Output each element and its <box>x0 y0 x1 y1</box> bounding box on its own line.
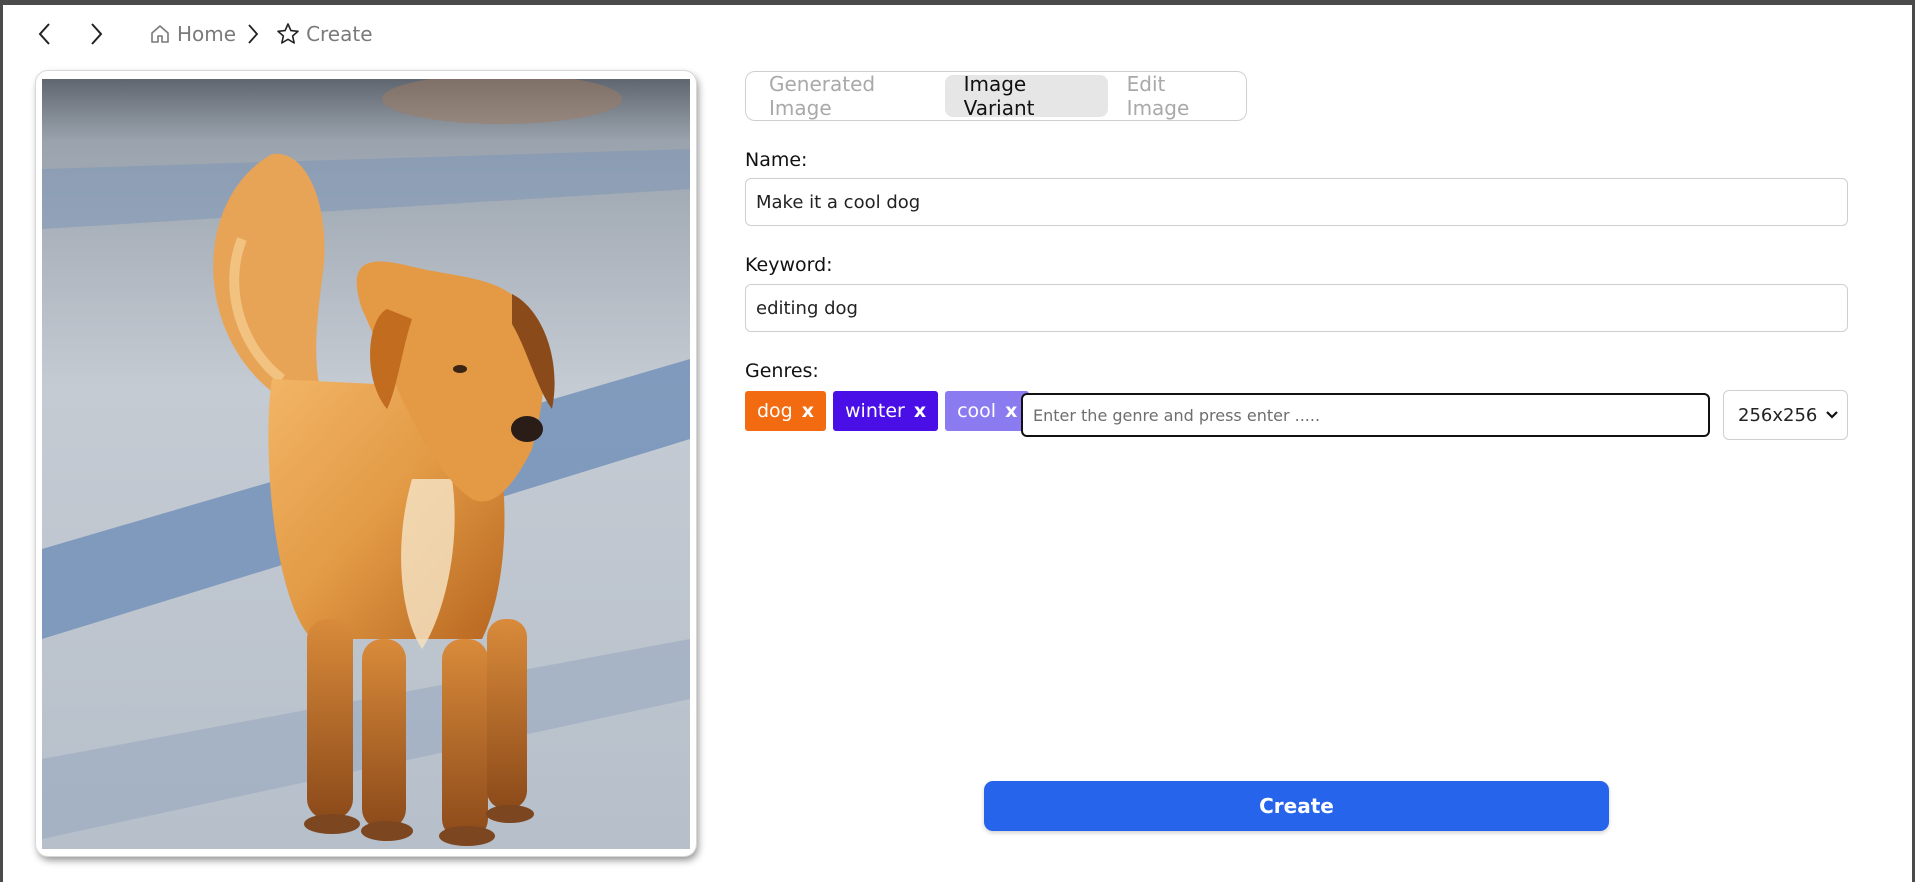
breadcrumb-home-label: Home <box>177 22 237 46</box>
star-icon <box>277 23 299 44</box>
window-top-border <box>0 0 1915 5</box>
breadcrumb: Home Create <box>28 16 373 52</box>
name-label: Name: <box>745 149 808 171</box>
image-preview-card <box>36 71 696 856</box>
dog-image <box>42 79 690 849</box>
genre-chip-label: winter <box>845 400 905 422</box>
keyword-label: Keyword: <box>745 254 833 276</box>
genre-chip-dog: dog x <box>745 391 827 431</box>
home-icon <box>151 25 169 43</box>
chevron-down-icon <box>1826 411 1838 419</box>
window-left-border <box>0 0 3 882</box>
create-button[interactable]: Create <box>984 781 1609 831</box>
back-button[interactable] <box>28 17 62 51</box>
tab-image-variant[interactable]: Image Variant <box>944 72 1108 120</box>
breadcrumb-create-label: Create <box>306 22 373 46</box>
genres-label: Genres: <box>745 360 819 382</box>
remove-genre-button[interactable]: x <box>914 400 926 422</box>
genre-chip-winter: winter x <box>833 391 939 431</box>
chevron-left-icon <box>38 23 50 45</box>
breadcrumb-create[interactable]: Create <box>276 22 373 46</box>
genre-chip-label: dog <box>757 400 793 422</box>
genre-chip-cool: cool x <box>945 391 1030 431</box>
forward-button[interactable] <box>79 17 113 51</box>
genre-input[interactable] <box>1021 393 1710 437</box>
remove-genre-button[interactable]: x <box>802 400 814 422</box>
size-select[interactable]: 256x256 <box>1723 390 1848 440</box>
tab-generated-image[interactable]: Generated Image <box>750 72 945 120</box>
genre-chips: dog x winter x cool x <box>745 391 1036 431</box>
chevron-right-icon <box>248 24 259 44</box>
breadcrumb-home[interactable]: Home <box>149 22 236 46</box>
name-input[interactable] <box>745 178 1848 226</box>
remove-genre-button[interactable]: x <box>1005 400 1017 422</box>
genre-chip-label: cool <box>957 400 997 422</box>
mode-tabs: Generated Image Image Variant Edit Image <box>745 71 1247 121</box>
chevron-right-icon <box>91 23 103 45</box>
keyword-input[interactable] <box>745 284 1848 332</box>
size-select-value: 256x256 <box>1738 404 1818 426</box>
breadcrumb-separator <box>246 23 260 45</box>
tab-edit-image[interactable]: Edit Image <box>1108 72 1242 120</box>
